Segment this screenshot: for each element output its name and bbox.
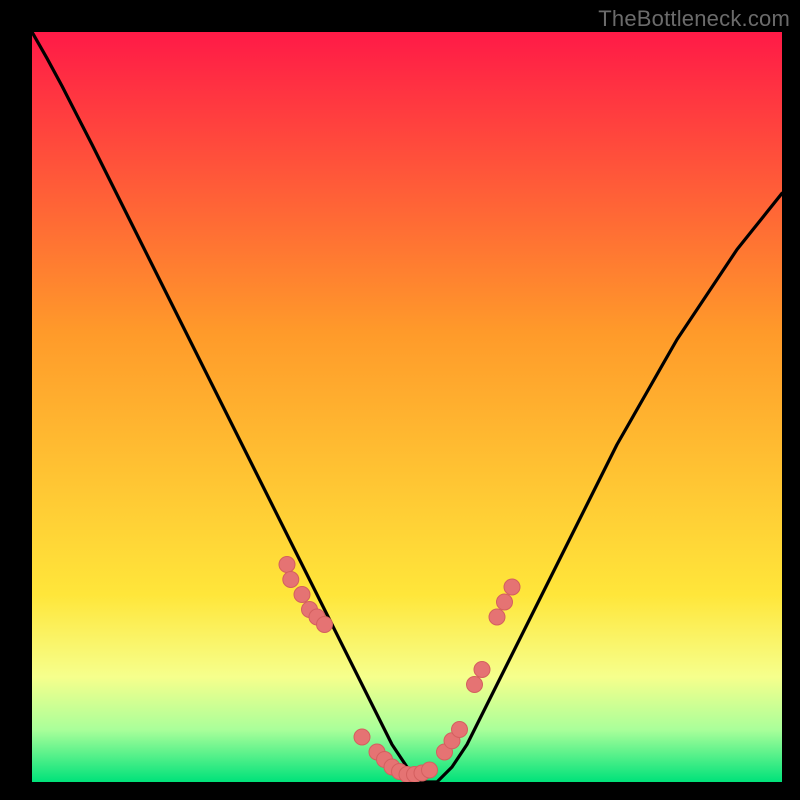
chart-plot-area — [32, 32, 782, 782]
highlight-marker — [294, 587, 310, 603]
highlight-marker — [283, 572, 299, 588]
watermark-text: TheBottleneck.com — [598, 6, 790, 32]
highlight-marker — [317, 617, 333, 633]
highlight-marker — [279, 557, 295, 573]
highlight-marker — [354, 729, 370, 745]
chart-svg — [32, 32, 782, 782]
highlight-marker — [452, 722, 468, 738]
chart-background — [32, 32, 782, 782]
highlight-marker — [474, 662, 490, 678]
highlight-marker — [504, 579, 520, 595]
highlight-marker — [467, 677, 483, 693]
highlight-marker — [489, 609, 505, 625]
highlight-marker — [422, 762, 438, 778]
highlight-marker — [497, 594, 513, 610]
